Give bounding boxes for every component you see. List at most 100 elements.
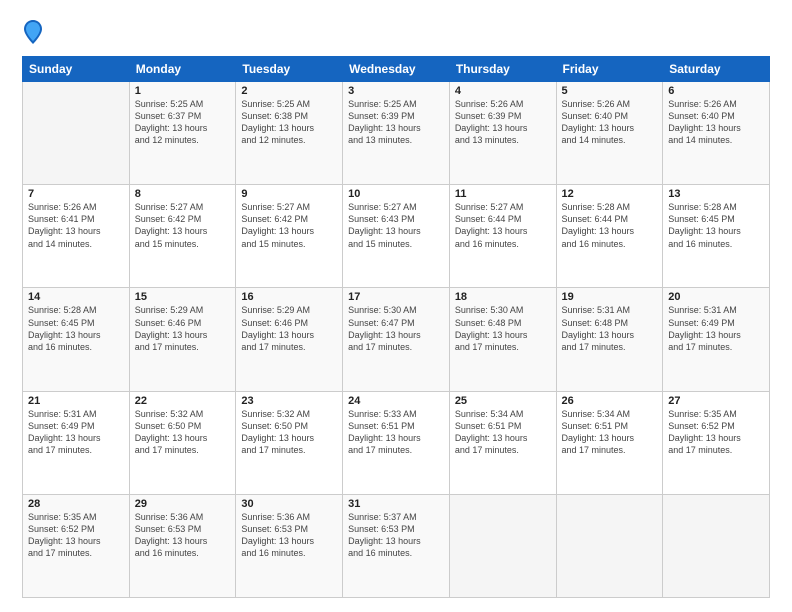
day-number: 31 [348, 498, 444, 510]
day-info: Sunrise: 5:28 AM Sunset: 6:45 PM Dayligh… [668, 201, 764, 250]
day-cell: 15Sunrise: 5:29 AM Sunset: 6:46 PM Dayli… [129, 288, 236, 391]
day-cell [663, 494, 770, 597]
day-info: Sunrise: 5:31 AM Sunset: 6:48 PM Dayligh… [562, 304, 658, 353]
day-info: Sunrise: 5:27 AM Sunset: 6:43 PM Dayligh… [348, 201, 444, 250]
day-number: 29 [135, 498, 231, 510]
header [22, 18, 770, 46]
week-row: 14Sunrise: 5:28 AM Sunset: 6:45 PM Dayli… [23, 288, 770, 391]
day-header: Friday [556, 57, 663, 82]
day-header: Wednesday [343, 57, 450, 82]
day-cell: 11Sunrise: 5:27 AM Sunset: 6:44 PM Dayli… [449, 185, 556, 288]
day-info: Sunrise: 5:26 AM Sunset: 6:40 PM Dayligh… [562, 98, 658, 147]
day-cell: 5Sunrise: 5:26 AM Sunset: 6:40 PM Daylig… [556, 82, 663, 185]
day-info: Sunrise: 5:25 AM Sunset: 6:39 PM Dayligh… [348, 98, 444, 147]
day-cell [449, 494, 556, 597]
day-info: Sunrise: 5:37 AM Sunset: 6:53 PM Dayligh… [348, 511, 444, 560]
day-cell [23, 82, 130, 185]
day-number: 27 [668, 395, 764, 407]
day-number: 17 [348, 291, 444, 303]
day-cell: 29Sunrise: 5:36 AM Sunset: 6:53 PM Dayli… [129, 494, 236, 597]
day-info: Sunrise: 5:27 AM Sunset: 6:44 PM Dayligh… [455, 201, 551, 250]
day-info: Sunrise: 5:28 AM Sunset: 6:45 PM Dayligh… [28, 304, 124, 353]
day-info: Sunrise: 5:32 AM Sunset: 6:50 PM Dayligh… [241, 408, 337, 457]
day-info: Sunrise: 5:35 AM Sunset: 6:52 PM Dayligh… [28, 511, 124, 560]
day-number: 23 [241, 395, 337, 407]
day-number: 28 [28, 498, 124, 510]
day-info: Sunrise: 5:33 AM Sunset: 6:51 PM Dayligh… [348, 408, 444, 457]
day-number: 11 [455, 188, 551, 200]
day-cell: 6Sunrise: 5:26 AM Sunset: 6:40 PM Daylig… [663, 82, 770, 185]
day-cell: 9Sunrise: 5:27 AM Sunset: 6:42 PM Daylig… [236, 185, 343, 288]
day-info: Sunrise: 5:27 AM Sunset: 6:42 PM Dayligh… [241, 201, 337, 250]
day-number: 15 [135, 291, 231, 303]
day-number: 5 [562, 85, 658, 97]
day-header: Sunday [23, 57, 130, 82]
day-cell: 13Sunrise: 5:28 AM Sunset: 6:45 PM Dayli… [663, 185, 770, 288]
logo [22, 18, 48, 46]
day-info: Sunrise: 5:34 AM Sunset: 6:51 PM Dayligh… [455, 408, 551, 457]
day-number: 9 [241, 188, 337, 200]
day-info: Sunrise: 5:25 AM Sunset: 6:38 PM Dayligh… [241, 98, 337, 147]
day-number: 18 [455, 291, 551, 303]
day-number: 6 [668, 85, 764, 97]
page: SundayMondayTuesdayWednesdayThursdayFrid… [0, 0, 792, 612]
day-info: Sunrise: 5:35 AM Sunset: 6:52 PM Dayligh… [668, 408, 764, 457]
day-info: Sunrise: 5:31 AM Sunset: 6:49 PM Dayligh… [668, 304, 764, 353]
week-row: 1Sunrise: 5:25 AM Sunset: 6:37 PM Daylig… [23, 82, 770, 185]
day-cell: 20Sunrise: 5:31 AM Sunset: 6:49 PM Dayli… [663, 288, 770, 391]
day-cell: 4Sunrise: 5:26 AM Sunset: 6:39 PM Daylig… [449, 82, 556, 185]
day-cell: 19Sunrise: 5:31 AM Sunset: 6:48 PM Dayli… [556, 288, 663, 391]
day-cell: 31Sunrise: 5:37 AM Sunset: 6:53 PM Dayli… [343, 494, 450, 597]
day-header: Thursday [449, 57, 556, 82]
day-number: 14 [28, 291, 124, 303]
day-cell: 8Sunrise: 5:27 AM Sunset: 6:42 PM Daylig… [129, 185, 236, 288]
day-number: 8 [135, 188, 231, 200]
day-number: 12 [562, 188, 658, 200]
day-info: Sunrise: 5:36 AM Sunset: 6:53 PM Dayligh… [135, 511, 231, 560]
day-number: 22 [135, 395, 231, 407]
day-number: 1 [135, 85, 231, 97]
day-cell: 28Sunrise: 5:35 AM Sunset: 6:52 PM Dayli… [23, 494, 130, 597]
day-number: 4 [455, 85, 551, 97]
day-cell: 22Sunrise: 5:32 AM Sunset: 6:50 PM Dayli… [129, 391, 236, 494]
day-number: 7 [28, 188, 124, 200]
day-cell [556, 494, 663, 597]
week-row: 28Sunrise: 5:35 AM Sunset: 6:52 PM Dayli… [23, 494, 770, 597]
day-info: Sunrise: 5:26 AM Sunset: 6:41 PM Dayligh… [28, 201, 124, 250]
day-cell: 1Sunrise: 5:25 AM Sunset: 6:37 PM Daylig… [129, 82, 236, 185]
day-cell: 10Sunrise: 5:27 AM Sunset: 6:43 PM Dayli… [343, 185, 450, 288]
week-row: 21Sunrise: 5:31 AM Sunset: 6:49 PM Dayli… [23, 391, 770, 494]
day-number: 19 [562, 291, 658, 303]
calendar-table: SundayMondayTuesdayWednesdayThursdayFrid… [22, 56, 770, 598]
calendar-body: 1Sunrise: 5:25 AM Sunset: 6:37 PM Daylig… [23, 82, 770, 598]
day-info: Sunrise: 5:32 AM Sunset: 6:50 PM Dayligh… [135, 408, 231, 457]
day-cell: 14Sunrise: 5:28 AM Sunset: 6:45 PM Dayli… [23, 288, 130, 391]
day-info: Sunrise: 5:30 AM Sunset: 6:48 PM Dayligh… [455, 304, 551, 353]
day-info: Sunrise: 5:26 AM Sunset: 6:39 PM Dayligh… [455, 98, 551, 147]
day-number: 3 [348, 85, 444, 97]
day-cell: 24Sunrise: 5:33 AM Sunset: 6:51 PM Dayli… [343, 391, 450, 494]
day-cell: 21Sunrise: 5:31 AM Sunset: 6:49 PM Dayli… [23, 391, 130, 494]
day-number: 20 [668, 291, 764, 303]
day-number: 10 [348, 188, 444, 200]
day-info: Sunrise: 5:30 AM Sunset: 6:47 PM Dayligh… [348, 304, 444, 353]
day-cell: 3Sunrise: 5:25 AM Sunset: 6:39 PM Daylig… [343, 82, 450, 185]
week-row: 7Sunrise: 5:26 AM Sunset: 6:41 PM Daylig… [23, 185, 770, 288]
day-header: Saturday [663, 57, 770, 82]
day-cell: 26Sunrise: 5:34 AM Sunset: 6:51 PM Dayli… [556, 391, 663, 494]
day-info: Sunrise: 5:29 AM Sunset: 6:46 PM Dayligh… [135, 304, 231, 353]
day-cell: 23Sunrise: 5:32 AM Sunset: 6:50 PM Dayli… [236, 391, 343, 494]
day-number: 25 [455, 395, 551, 407]
day-cell: 12Sunrise: 5:28 AM Sunset: 6:44 PM Dayli… [556, 185, 663, 288]
day-number: 2 [241, 85, 337, 97]
header-row: SundayMondayTuesdayWednesdayThursdayFrid… [23, 57, 770, 82]
day-cell: 17Sunrise: 5:30 AM Sunset: 6:47 PM Dayli… [343, 288, 450, 391]
day-info: Sunrise: 5:29 AM Sunset: 6:46 PM Dayligh… [241, 304, 337, 353]
day-info: Sunrise: 5:25 AM Sunset: 6:37 PM Dayligh… [135, 98, 231, 147]
day-info: Sunrise: 5:31 AM Sunset: 6:49 PM Dayligh… [28, 408, 124, 457]
day-number: 13 [668, 188, 764, 200]
day-header: Tuesday [236, 57, 343, 82]
day-cell: 16Sunrise: 5:29 AM Sunset: 6:46 PM Dayli… [236, 288, 343, 391]
day-cell: 25Sunrise: 5:34 AM Sunset: 6:51 PM Dayli… [449, 391, 556, 494]
day-info: Sunrise: 5:26 AM Sunset: 6:40 PM Dayligh… [668, 98, 764, 147]
